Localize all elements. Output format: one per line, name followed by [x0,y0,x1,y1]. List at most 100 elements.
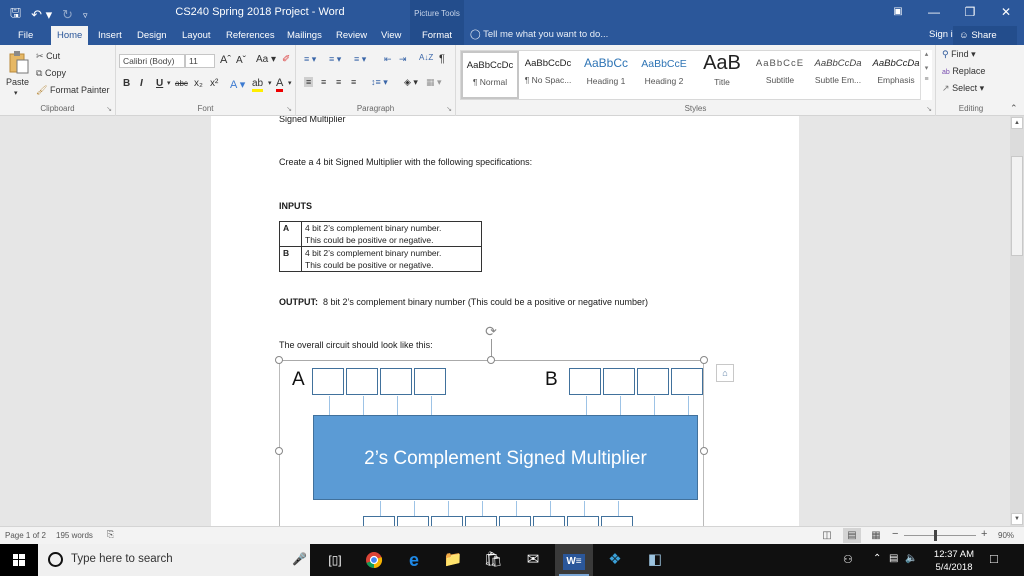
rotate-handle-icon[interactable]: ⟳ [483,323,499,339]
layout-options-icon[interactable]: ⌂ [716,364,734,382]
multiplier-block[interactable]: 2’s Complement Signed Multiplier [313,415,698,500]
superscript-button[interactable]: x² [210,78,218,89]
read-mode-icon[interactable]: ◫ [818,528,836,543]
restore-icon[interactable]: ❐ [952,0,988,26]
tab-home[interactable]: Home [51,26,89,45]
font-color-icon[interactable]: A [276,77,284,92]
zoom-out-icon[interactable]: − [892,528,898,540]
style-normal[interactable]: AaBbCcDc ¶ Normal [461,51,519,99]
resize-handle-right[interactable] [700,447,708,455]
zoom-level[interactable]: 90% [998,531,1014,540]
multilevel-list-icon[interactable]: ≡ ▾ [354,54,366,65]
close-icon[interactable]: ✕ [988,0,1024,26]
bold-button[interactable]: B [123,78,130,89]
proofing-icon[interactable]: ⎘ [107,529,114,540]
italic-button[interactable]: I [140,78,143,89]
style-no-spacing[interactable]: AaBbCcDc ¶ No Spac... [519,51,577,99]
numbering-icon[interactable]: ≡ ▾ [329,54,341,65]
font-size-box[interactable]: 11 [185,54,215,68]
taskbar-search[interactable]: Type here to search 🎤 [38,544,310,576]
start-button[interactable] [0,544,38,576]
ribbon-display-options-icon[interactable]: ▣ [880,0,916,26]
text-effects-icon[interactable]: A ▾ [230,78,245,91]
strikethrough-button[interactable]: abc [175,79,188,88]
paste-icon[interactable] [9,50,29,74]
word-count[interactable]: 195 words [56,531,93,540]
styles-scroll-down-icon[interactable]: ▾ [921,64,932,72]
tab-layout[interactable]: Layout [176,26,217,45]
style-title[interactable]: AaB Title [693,51,751,99]
format-painter-button[interactable]: 🖌 Format Painter [36,85,109,96]
web-layout-icon[interactable]: ▦ [867,528,885,543]
font-color-dropdown-icon[interactable]: ▾ [288,79,292,87]
collapse-ribbon-icon[interactable]: ⌃ [1010,103,1018,114]
tell-me-box[interactable]: ◯ Tell me what you want to do... [470,29,608,40]
tab-mailings[interactable]: Mailings [281,26,328,45]
tab-view[interactable]: View [375,26,407,45]
minimize-icon[interactable]: — [916,0,952,26]
resize-handle-top-left[interactable] [275,356,283,364]
tab-file[interactable]: File [12,26,39,45]
styles-scroll[interactable]: ▴ ▾ ≡ [920,50,932,100]
increase-indent-icon[interactable]: ⇥ [399,54,407,65]
style-subtle-emphasis[interactable]: AaBbCcDa Subtle Em... [809,51,867,99]
underline-dropdown-icon[interactable]: ▾ [167,79,171,87]
subscript-button[interactable]: x₂ [194,78,203,89]
grow-font-button[interactable]: Aˆ [220,54,231,66]
vertical-scrollbar[interactable]: ▲ ▼ [1010,116,1024,526]
align-center-icon[interactable]: ≡ [321,77,326,87]
shading-icon[interactable]: ◈ ▾ [404,77,418,88]
copy-button[interactable]: ⧉ Copy [36,68,66,79]
notepad-icon[interactable]: ◧ [636,544,674,576]
mail-icon[interactable]: ✉ [514,544,552,576]
styles-launcher-icon[interactable]: ↘ [926,105,932,113]
kodi-icon[interactable]: ❖ [596,544,634,576]
tab-references[interactable]: References [220,26,281,45]
highlight-dropdown-icon[interactable]: ▾ [268,79,272,87]
page-count[interactable]: Page 1 of 2 [5,531,46,540]
highlight-icon[interactable]: ab [252,78,264,92]
style-heading-2[interactable]: AaBbCcE Heading 2 [635,51,693,99]
justify-icon[interactable]: ≡ [351,77,356,87]
print-layout-icon[interactable]: ▤ [843,528,861,543]
select-button[interactable]: ↗ Select ▾ [942,83,984,94]
resize-handle-top-right[interactable] [700,356,708,364]
circuit-diagram[interactable]: A B 2’s Complement Signed Multiplier [279,360,704,526]
style-emphasis[interactable]: AaBbCcDa Emphasis [867,51,925,99]
show-formatting-icon[interactable]: ¶ [439,53,445,65]
zoom-slider[interactable] [904,535,976,536]
network-icon[interactable]: ▤ [889,553,898,564]
share-button[interactable]: ☺ Share [953,26,1017,45]
resize-handle-left[interactable] [275,447,283,455]
style-subtitle[interactable]: AaBbCcE Subtitle [751,51,809,99]
tab-design[interactable]: Design [131,26,173,45]
scroll-thumb[interactable] [1011,156,1023,256]
borders-icon[interactable]: ▦ ▾ [426,77,442,88]
task-view-icon[interactable]: [▯] [316,544,354,576]
font-launcher-icon[interactable]: ↘ [286,105,292,113]
file-explorer-icon[interactable]: 📁 [434,544,472,576]
cut-button[interactable]: ✂ Cut [36,51,60,62]
change-case-button[interactable]: Aa ▾ [256,54,276,65]
underline-button[interactable]: U [156,78,163,89]
tab-insert[interactable]: Insert [92,26,128,45]
store-icon[interactable]: 🛍 [474,544,512,576]
chrome-icon[interactable] [355,544,393,576]
align-left-icon[interactable]: ≡ [304,77,314,87]
styles-more-icon[interactable]: ≡ [921,76,932,83]
paragraph-launcher-icon[interactable]: ↘ [446,105,452,113]
replace-button[interactable]: ab Replace [942,66,985,76]
volume-icon[interactable]: 🔈 [905,553,917,564]
font-name-box[interactable]: Calibri (Body) [119,54,185,68]
shrink-font-button[interactable]: Aˇ [236,55,246,66]
tab-review[interactable]: Review [330,26,373,45]
tab-format[interactable]: Format [410,26,464,45]
scroll-up-icon[interactable]: ▲ [1011,117,1023,129]
document-page[interactable]: Signed Multiplier Create a 4 bit Signed … [211,116,799,526]
edge-icon[interactable]: e [395,544,433,576]
bullets-icon[interactable]: ≡ ▾ [304,54,316,65]
scroll-down-icon[interactable]: ▼ [1011,513,1023,525]
align-right-icon[interactable]: ≡ [336,77,341,87]
clear-formatting-icon[interactable]: ✐ [282,54,290,65]
show-hidden-icons[interactable]: ⌃ [873,553,881,564]
